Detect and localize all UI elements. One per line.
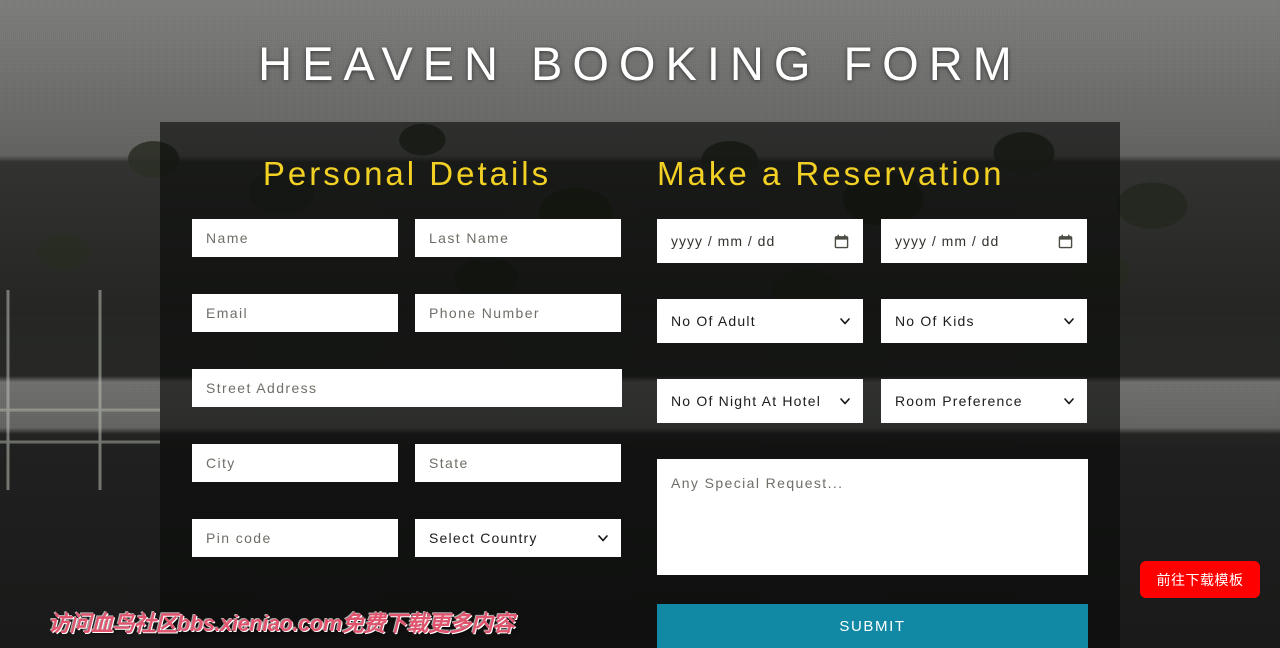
special-request-textarea[interactable]: Any Special Request... (657, 459, 1088, 575)
reservation-section: Make a Reservation yyyy / mm / dd yyyy /… (657, 155, 1088, 575)
page-title: HEAVEN BOOKING FORM (258, 37, 1022, 90)
calendar-icon[interactable] (1058, 233, 1073, 249)
pincode-country-row: Pin code Select Country (192, 519, 622, 557)
nights-select[interactable]: No Of Night At Hotel (657, 379, 863, 423)
check-out-date-input[interactable]: yyyy / mm / dd (881, 219, 1087, 263)
chevron-down-icon (839, 315, 851, 327)
check-in-date-value: yyyy / mm / dd (671, 233, 776, 249)
kids-select-value: No Of Kids (895, 313, 975, 329)
reservation-heading: Make a Reservation (657, 155, 1005, 192)
chevron-down-icon (839, 395, 851, 407)
chevron-down-icon (597, 532, 609, 544)
email-input[interactable]: Email (192, 294, 398, 332)
watermark-text: 访问血鸟社区bbs.xieniao.com免费下载更多内容 (48, 611, 514, 636)
adults-select[interactable]: No Of Adult (657, 299, 863, 343)
city-state-row: City State (192, 444, 622, 482)
calendar-icon[interactable] (834, 233, 849, 249)
download-template-button[interactable]: 前往下载模板 (1140, 561, 1260, 598)
street-row: Street Address (192, 369, 622, 407)
check-in-date-input[interactable]: yyyy / mm / dd (657, 219, 863, 263)
guests-row: No Of Adult No Of Kids (657, 299, 1088, 343)
submit-button[interactable]: SUBMIT (657, 604, 1088, 648)
country-select[interactable]: Select Country (415, 519, 621, 557)
city-input[interactable]: City (192, 444, 398, 482)
room-preference-select[interactable]: Room Preference (881, 379, 1087, 423)
state-input[interactable]: State (415, 444, 621, 482)
street-address-input[interactable]: Street Address (192, 369, 622, 407)
adults-select-value: No Of Adult (671, 313, 756, 329)
pin-code-input[interactable]: Pin code (192, 519, 398, 557)
dates-row: yyyy / mm / dd yyyy / mm / dd (657, 219, 1088, 263)
page-root: HEAVEN BOOKING FORM Personal Details Nam… (0, 0, 1280, 648)
personal-details-heading: Personal Details (262, 155, 552, 192)
nights-room-row: No Of Night At Hotel Room Preference (657, 379, 1088, 423)
nights-select-value: No Of Night At Hotel (671, 393, 822, 409)
room-preference-select-value: Room Preference (895, 393, 1023, 409)
check-out-date-value: yyyy / mm / dd (895, 233, 1000, 249)
phone-number-input[interactable]: Phone Number (415, 294, 621, 332)
last-name-input[interactable]: Last Name (415, 219, 621, 257)
country-select-value: Select Country (429, 530, 538, 546)
contact-row: Email Phone Number (192, 294, 622, 332)
personal-details-section: Personal Details Name Last Name Email Ph… (192, 155, 622, 594)
chevron-down-icon (1063, 315, 1075, 327)
name-row: Name Last Name (192, 219, 622, 257)
first-name-input[interactable]: Name (192, 219, 398, 257)
chevron-down-icon (1063, 395, 1075, 407)
kids-select[interactable]: No Of Kids (881, 299, 1087, 343)
